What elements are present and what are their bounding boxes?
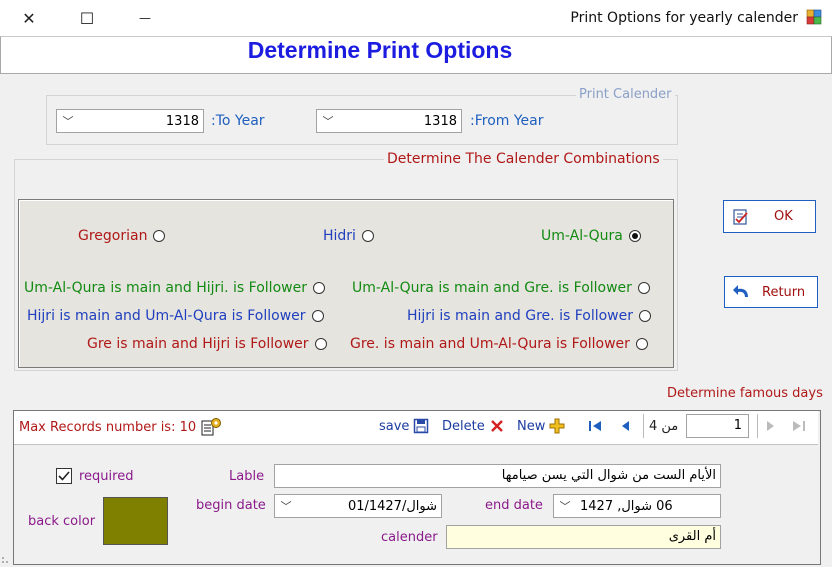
- famous-days-title: Determine famous days: [667, 386, 823, 401]
- save-icon: [414, 418, 429, 434]
- end-date-label: end date: [485, 498, 543, 513]
- delete-button[interactable]: Delete: [442, 418, 505, 434]
- calender-input[interactable]: أم القرى: [446, 525, 721, 549]
- nav-divider: [643, 414, 644, 438]
- radio-gregorian-dot[interactable]: [153, 230, 166, 242]
- combinations-legend: Determine The Calender Combinations: [384, 151, 663, 167]
- check-document-icon: [733, 208, 748, 225]
- return-button[interactable]: Return: [724, 276, 818, 308]
- radio-uaq-main-gre[interactable]: Um-Al-Qura is main and Gre. is Follower: [352, 280, 650, 296]
- checkmark-icon: [58, 471, 70, 481]
- total-pages-label: من 4: [649, 419, 679, 434]
- print-calender-legend: Print Calender: [576, 87, 675, 102]
- maximize-icon: ☐: [79, 8, 95, 28]
- radio-gregorian[interactable]: Gregorian: [78, 228, 166, 244]
- back-color-swatch[interactable]: [103, 497, 168, 545]
- required-checkbox[interactable]: [56, 468, 72, 484]
- radio-hidri[interactable]: Hidri: [323, 228, 374, 244]
- chevron-down-icon: ﹀: [62, 115, 74, 128]
- minimize-button[interactable]: —: [122, 0, 168, 36]
- current-page-input[interactable]: 1: [686, 414, 749, 438]
- begin-date-label: begin date: [196, 498, 266, 513]
- combinations-panel: Gregorian Hidri Um-Al-Qura Um-Al-Qura is…: [18, 199, 674, 368]
- radio-gre-main-hijri[interactable]: Gre is main and Hijri is Follower: [87, 336, 327, 352]
- new-button[interactable]: New: [517, 418, 565, 434]
- radio-uaq-main-hijri-dot[interactable]: [312, 282, 325, 294]
- resize-grip-icon[interactable]: [0, 551, 14, 565]
- gear-document-icon[interactable]: [200, 417, 222, 437]
- page-title: Determine Print Options: [247, 37, 513, 63]
- last-page-icon[interactable]: [792, 419, 806, 433]
- close-icon: ✕: [22, 8, 36, 28]
- lable-label: Lable: [229, 469, 265, 484]
- close-button[interactable]: ✕: [6, 0, 52, 36]
- chevron-down-icon: ﹀: [559, 500, 571, 513]
- radio-hijri-main-uaq[interactable]: Hijri is main and Um-Al-Qura is Follower: [27, 308, 324, 324]
- calender-label: calender: [381, 530, 438, 545]
- maximize-button[interactable]: ☐: [64, 0, 110, 36]
- back-color-label: back color: [28, 514, 96, 529]
- radio-umalqura-dot[interactable]: [628, 230, 641, 242]
- first-page-icon[interactable]: [588, 419, 602, 433]
- next-page-icon[interactable]: [765, 419, 777, 433]
- radio-uaq-main-hijri[interactable]: Um-Al-Qura is main and Hijri. is Followe…: [24, 280, 325, 296]
- window-title: Print Options for yearly calender: [570, 10, 798, 26]
- radio-gre-main-uaq-dot[interactable]: [635, 338, 648, 350]
- radio-hijri-main-gre[interactable]: Hijri is main and Gre. is Follower: [407, 308, 651, 324]
- chevron-down-icon: ﹀: [322, 115, 334, 128]
- delete-x-icon: [490, 420, 503, 432]
- radio-uaq-main-gre-dot[interactable]: [637, 282, 650, 294]
- ok-button[interactable]: OK: [723, 200, 816, 233]
- minimize-icon: —: [139, 11, 151, 25]
- to-year-label: :To Year: [211, 113, 265, 129]
- return-arrow-icon: [733, 285, 748, 297]
- plus-icon: [549, 418, 565, 434]
- chevron-down-icon: ﹀: [280, 500, 292, 513]
- radio-hijri-main-gre-dot[interactable]: [638, 310, 651, 322]
- required-label: required: [79, 469, 134, 484]
- previous-page-icon[interactable]: [619, 419, 631, 433]
- nav-divider-2: [757, 414, 758, 438]
- begin-date-picker[interactable]: ﹀ 01/شوال/1427: [274, 494, 442, 518]
- save-button[interactable]: save: [379, 418, 429, 434]
- to-year-combo[interactable]: ﹀ 1318: [56, 109, 204, 133]
- app-icon: [806, 9, 822, 25]
- lable-input[interactable]: الأيام الست من شوال التي يسن صيامها: [274, 464, 721, 488]
- radio-hidri-dot[interactable]: [361, 230, 374, 242]
- radio-gre-main-uaq[interactable]: Gre. is main and Um-Al-Qura is Follower: [350, 336, 648, 352]
- end-date-picker[interactable]: ﹀ 06 شوال, 1427: [553, 494, 721, 518]
- from-year-combo[interactable]: ﹀ 1318: [316, 109, 462, 133]
- from-year-label: :From Year: [470, 113, 544, 129]
- max-records-label: Max Records number is: 10: [19, 420, 197, 435]
- radio-umalqura[interactable]: Um-Al-Qura: [541, 228, 641, 244]
- radio-gre-main-hijri-dot[interactable]: [314, 338, 327, 350]
- radio-hijri-main-uaq-dot[interactable]: [311, 310, 324, 322]
